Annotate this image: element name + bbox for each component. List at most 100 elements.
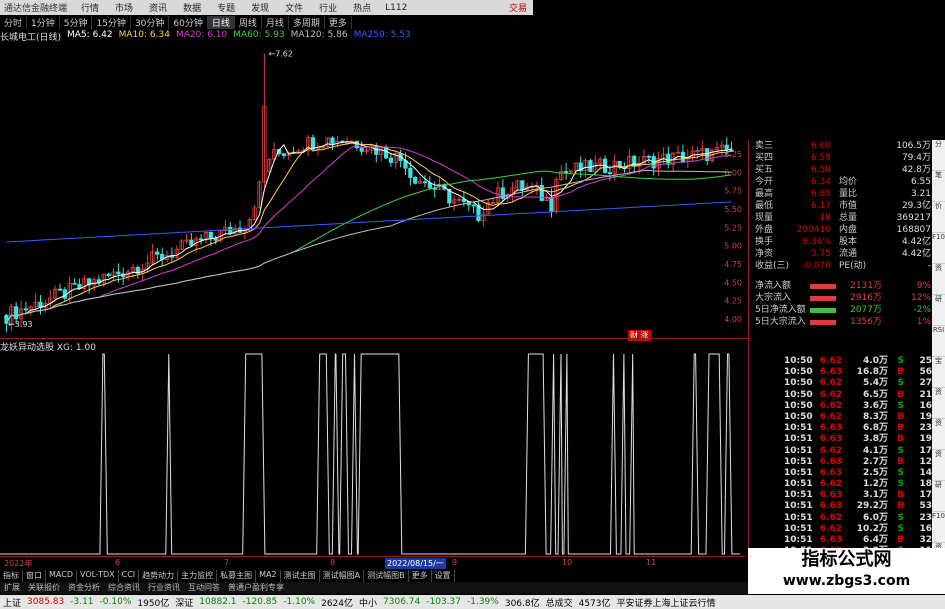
app-title: 通达信金融终端 [4, 4, 68, 14]
link-tab[interactable]: 资金分析 [64, 582, 104, 594]
quote-label: 买五 [755, 165, 774, 175]
menu-file[interactable]: 文件 [277, 1, 311, 14]
quote-value-2: 6.55 [910, 177, 931, 187]
side-tab[interactable]: F10 [932, 512, 945, 543]
side-tab[interactable]: F10 [932, 233, 945, 264]
menu-topics[interactable]: 专题 [209, 1, 243, 14]
high-annotation: ←7.62 [268, 50, 293, 59]
tick-price: 6.63 [819, 490, 842, 501]
candle-body [106, 273, 111, 276]
price-axis-label: 4.50 [724, 278, 742, 287]
quote-value: 6.85 [810, 189, 831, 199]
side-tab[interactable]: 分 [932, 140, 945, 171]
tick-price: 6.62 [819, 523, 842, 534]
period-tab[interactable]: 5分钟 [60, 15, 93, 29]
candle-body [116, 271, 121, 275]
side-tab[interactable]: 资 [932, 388, 945, 419]
indicator-tab[interactable]: CCI [119, 570, 140, 582]
indicator-tab[interactable]: 更多 [409, 570, 432, 582]
flow-bar [810, 296, 836, 301]
ma10-line [5, 142, 732, 324]
stock-name: 长城电工(日线) [0, 33, 62, 43]
broker-label: 平安证券上海上证云行情 [616, 598, 716, 609]
period-tab[interactable]: 月线 [262, 15, 289, 29]
tick-side: S [897, 523, 904, 534]
quote-value-2: 3.21 [910, 189, 931, 199]
tick-list[interactable]: 10:50 6.62 4.0万 S 25 10:50 6.63 16.8万 B 56 10:50 6.… [784, 356, 932, 557]
period-tab[interactable]: 周线 [235, 15, 262, 29]
candle-body [23, 308, 29, 311]
indicator-tab[interactable]: 测试幅图B [364, 570, 409, 582]
indicator-tab[interactable]: 趋势动力 [139, 570, 179, 582]
tick-volume: 2.7万 [863, 456, 888, 467]
side-tab[interactable]: 研 [932, 481, 945, 512]
tick-price: 6.63 [819, 456, 842, 467]
menu-discover[interactable]: 发现 [243, 1, 277, 14]
ma5-label: MA5: 6.42 [67, 30, 113, 40]
menu-data[interactable]: 数据 [175, 1, 209, 14]
period-tab[interactable]: 60分钟 [169, 15, 208, 29]
side-tab[interactable]: 资 [932, 450, 945, 481]
menu-industry[interactable]: 行业 [311, 1, 345, 14]
indicator-tab[interactable]: 测试幅图A [320, 570, 365, 582]
indicator-tab[interactable]: 测试主图 [281, 570, 320, 582]
indicator-tab[interactable]: 指标 [0, 570, 23, 582]
trade-button[interactable]: 交易 [509, 1, 533, 14]
side-tab[interactable]: 研 [932, 295, 945, 326]
quote-value-2: 79.4万 [901, 153, 931, 163]
indicator-tab[interactable]: MA2 [256, 570, 281, 582]
sz-index-label[interactable]: 深证 [172, 596, 196, 609]
period-tab[interactable]: 1分钟 [27, 15, 60, 29]
link-tab[interactable]: 关联报价 [24, 582, 64, 594]
tick-row: 10:51 6.63 3.1万 B 17 [784, 490, 932, 501]
quote-label: 换手 [755, 237, 774, 247]
side-tab[interactable]: 价 [932, 202, 945, 233]
link-tab[interactable]: 综合资讯 [104, 582, 144, 594]
period-tab[interactable]: 多周期 [289, 15, 325, 29]
indicator-tab[interactable]: 窗口 [23, 570, 46, 582]
zx-index-label[interactable]: 中小 [356, 596, 380, 609]
indicator-tab[interactable]: VOL-TDX [77, 570, 119, 582]
side-tab[interactable]: 资 [932, 264, 945, 295]
link-tab[interactable]: 普通户盈利专享 [224, 582, 288, 594]
period-tab[interactable]: 更多 [325, 15, 352, 29]
quote-value: 6.59 [810, 153, 831, 163]
period-tab[interactable]: 30分钟 [131, 15, 170, 29]
flow-bar [810, 320, 836, 325]
menu-hotspot[interactable]: 热点 [345, 1, 379, 14]
money-flow-panel: 净流入额 2131万 9% 大宗流入 2916万 12% 5日净流入额 2077万 -2% 5日大… [755, 280, 931, 328]
tick-row: 10:50 6.62 3.6万 S 16 [784, 401, 932, 412]
date-label: 2022年 [4, 559, 33, 568]
menu-market[interactable]: 行情 [73, 1, 107, 14]
period-tab[interactable]: 15分钟 [92, 15, 131, 29]
period-tab[interactable]: 分时 [0, 15, 28, 29]
indicator-tab[interactable]: MACD [46, 570, 77, 582]
side-tab[interactable]: 资 [932, 419, 945, 450]
flow-value: 2131万 [850, 281, 882, 291]
news-badge[interactable]: 财 涨 [628, 330, 651, 341]
indicator-tab[interactable]: 主力监控 [178, 570, 218, 582]
sh-index-label[interactable]: 上证 [0, 596, 24, 609]
date-label: 10 [562, 558, 573, 567]
quote-label: 最高 [755, 189, 774, 199]
indicator-tab[interactable]: 私募主图 [217, 570, 257, 582]
quote-label: 收益(三) [755, 261, 790, 271]
tick-volume: 6.8万 [863, 423, 888, 434]
tick-time: 10:51 [784, 456, 813, 467]
menu-news[interactable]: 资讯 [141, 1, 175, 14]
side-tab[interactable]: RSI [932, 326, 945, 357]
link-tab[interactable]: 行业资讯 [144, 582, 184, 594]
candlestick-chart[interactable]: 6.256.005.755.505.255.004.754.504.254.00… [0, 42, 745, 332]
quote-row: 今开 6.34 均价 6.55 [755, 176, 931, 188]
indicator-chart[interactable]: 1.000.890.800.600.400.200.00 [0, 340, 745, 562]
side-tab[interactable]: 宝 [932, 357, 945, 388]
candle-body [471, 204, 476, 207]
link-tab[interactable]: 扩展 [0, 582, 24, 594]
period-tab[interactable]: 日线 [207, 15, 235, 29]
side-tab[interactable]: 笔 [932, 171, 945, 202]
indicator-tab[interactable]: 设置 [432, 570, 455, 582]
tick-row: 10:50 6.62 4.0万 S 25 [784, 356, 932, 367]
link-tab[interactable]: 互动问答 [184, 582, 224, 594]
tick-volume: 6.0万 [863, 512, 888, 523]
menu-board[interactable]: 市场 [107, 1, 141, 14]
